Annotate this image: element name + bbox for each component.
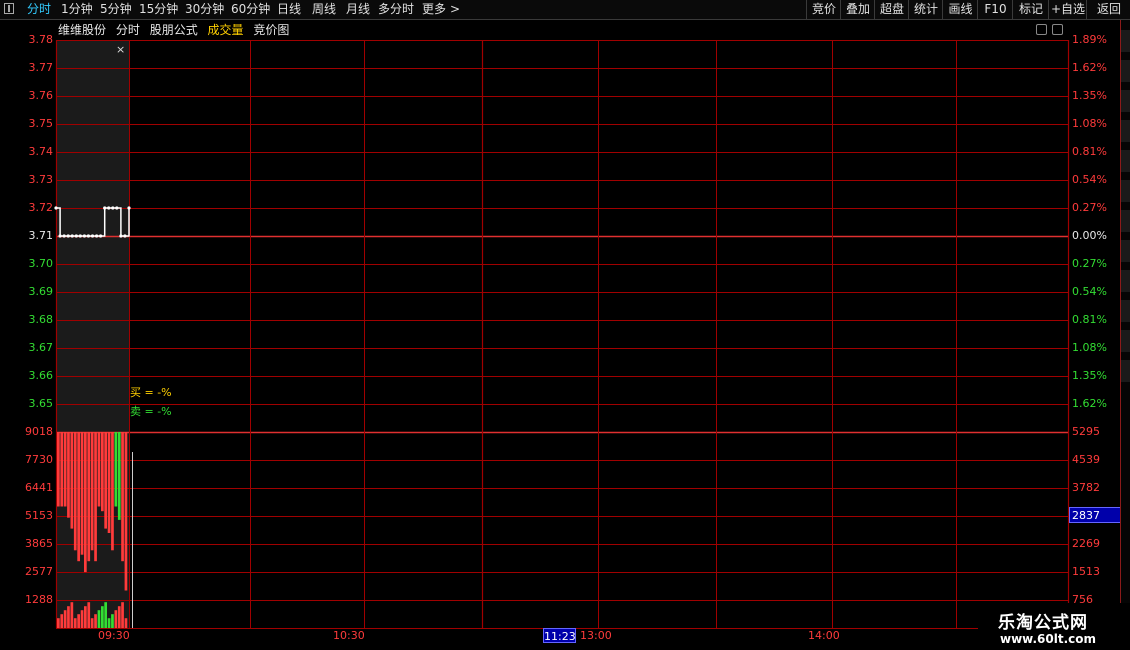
price-point <box>66 234 70 238</box>
price-point <box>62 234 66 238</box>
volume-bar <box>114 610 118 628</box>
price-tick-label: 3.71 <box>28 229 54 242</box>
price-point <box>107 206 111 210</box>
price-point <box>74 234 78 238</box>
price-tick-label: 3.72 <box>28 201 54 214</box>
volume-bar <box>63 432 67 507</box>
volume-tick-label: 3865 <box>25 537 53 550</box>
price-point <box>123 234 127 238</box>
price-point <box>119 234 123 238</box>
volume-bar <box>111 432 114 551</box>
close-icon[interactable]: × <box>116 43 125 56</box>
price-point <box>58 234 62 238</box>
volume-bar <box>117 432 121 520</box>
price-tick-label: 3.68 <box>28 313 54 326</box>
watermark-title: 乐淘公式网 <box>998 613 1088 633</box>
volume-bar <box>121 602 124 628</box>
volume-bar <box>90 618 94 628</box>
volume-bar <box>111 614 114 628</box>
volume-bar <box>101 432 104 512</box>
volume-bar <box>67 606 70 628</box>
volume-bar <box>67 432 70 518</box>
price-point <box>127 206 131 210</box>
volume-bar <box>97 432 101 507</box>
sell-ratio-legend: 卖 = -% <box>130 405 172 418</box>
price-point <box>95 234 99 238</box>
volume-bar <box>107 432 111 533</box>
volume-bar <box>97 610 101 628</box>
price-tick-label: 3.67 <box>28 341 54 354</box>
price-point <box>111 206 115 210</box>
volume-bar <box>90 432 94 551</box>
time-tick-label: 13:00 <box>580 629 612 642</box>
volume-bar <box>77 614 80 628</box>
volume-bar <box>107 618 111 628</box>
side-panel-edge <box>1120 20 1130 630</box>
price-point <box>86 234 90 238</box>
volume-bar <box>94 614 97 628</box>
price-point <box>103 206 107 210</box>
price-tick-label: 3.70 <box>28 257 54 270</box>
time-tick-label: 14:00 <box>808 629 840 642</box>
volume-bar <box>114 432 118 507</box>
volume-bar <box>101 606 104 628</box>
volume-bar <box>104 602 107 628</box>
volume-bar <box>117 606 121 628</box>
volume-bar <box>87 602 91 628</box>
watermark-url: www.60lt.com <box>1000 632 1097 646</box>
price-point <box>54 206 58 210</box>
price-tick-label: 3.77 <box>28 61 54 74</box>
price-point <box>115 206 119 210</box>
price-point <box>78 234 82 238</box>
volume-bar <box>70 432 74 529</box>
price-tick-label: 3.66 <box>28 369 54 382</box>
volume-bar <box>57 432 60 507</box>
volume-bar <box>63 610 67 628</box>
volume-bar <box>124 432 128 591</box>
price-tick-label: 3.78 <box>28 33 54 46</box>
volume-bar <box>80 610 84 628</box>
price-tick-label: 3.73 <box>28 173 54 186</box>
price-point <box>82 234 86 238</box>
volume-bar <box>73 618 77 628</box>
volume-tick-label: 2577 <box>25 565 53 578</box>
price-tick-label: 3.74 <box>28 145 54 158</box>
volume-tick-label: 7730 <box>25 453 53 466</box>
volume-bar <box>73 432 77 551</box>
volume-bar <box>80 432 84 555</box>
volume-tick-label: 1288 <box>25 593 53 606</box>
buy-ratio-legend: 买 = -% <box>130 386 172 399</box>
price-tick-label: 3.76 <box>28 89 54 102</box>
time-tick-label: 09:30 <box>98 629 130 642</box>
volume-bar <box>87 432 91 562</box>
price-tick-label: 3.65 <box>28 397 54 410</box>
watermark-logo: 乐淘公式网 www.60lt.com <box>978 603 1130 650</box>
volume-bar <box>84 432 87 573</box>
volume-bar <box>94 432 97 562</box>
price-point <box>90 234 95 238</box>
price-point <box>99 234 103 238</box>
price-tick-label: 3.69 <box>28 285 54 298</box>
intraday-chart[interactable] <box>0 0 1130 650</box>
volume-bar <box>84 606 87 628</box>
volume-tick-label: 9018 <box>25 425 53 438</box>
volume-bar <box>104 432 107 529</box>
volume-bar <box>121 432 124 562</box>
cursor-time-label: 11:23 <box>543 628 576 643</box>
volume-tick-label: 5153 <box>25 509 53 522</box>
volume-bar <box>77 432 80 562</box>
price-tick-label: 3.75 <box>28 117 54 130</box>
price-point <box>70 234 74 238</box>
volume-bar <box>57 618 60 628</box>
volume-tick-label: 6441 <box>25 481 53 494</box>
volume-bar <box>60 432 64 507</box>
volume-bar <box>70 602 74 628</box>
volume-bar <box>124 618 128 628</box>
time-tick-label: 10:30 <box>333 629 365 642</box>
volume-bar <box>60 614 64 628</box>
